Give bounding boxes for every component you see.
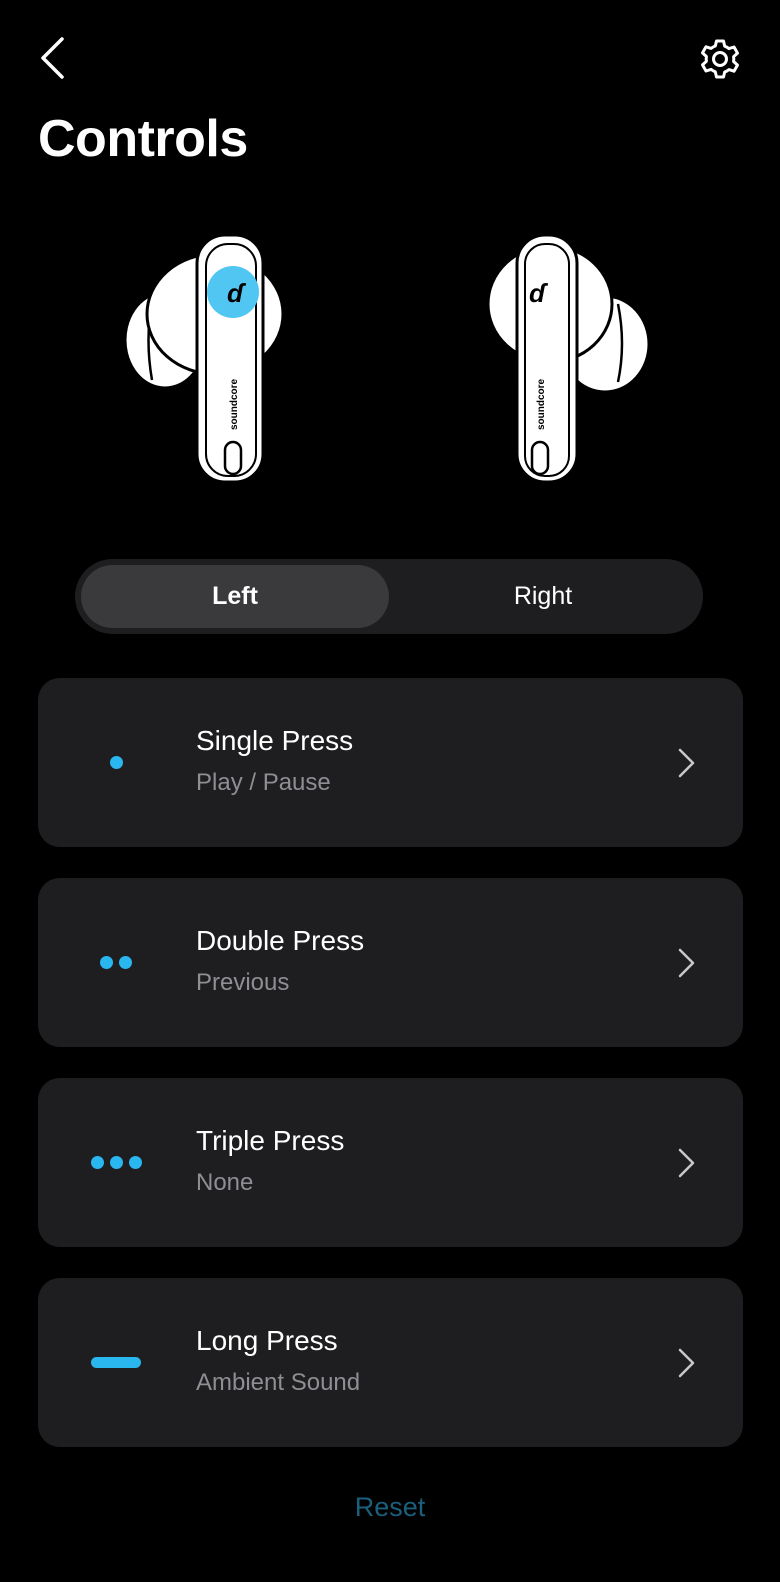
control-double-press[interactable]: Double Press Previous (38, 878, 743, 1047)
control-title: Single Press (196, 725, 354, 756)
control-list: Single Press Play / Pause Double Press P… (38, 678, 743, 1478)
earbuds-illustration: ɗ soundcore ɗ soundcore (0, 222, 780, 502)
triple-dot-icon (84, 1078, 148, 1247)
chevron-right-icon (678, 748, 695, 778)
back-button[interactable] (30, 30, 74, 86)
tab-left[interactable]: Left (81, 565, 389, 628)
control-action: Ambient Sound (196, 1369, 361, 1396)
chevron-right-icon (678, 1348, 695, 1378)
single-dot-icon (84, 678, 148, 847)
chevron-right-icon (678, 948, 695, 978)
chevron-right-icon (678, 1148, 695, 1178)
settings-button[interactable] (694, 34, 746, 86)
tab-right[interactable]: Right (389, 565, 697, 628)
control-title: Double Press (196, 925, 365, 956)
brand-text-right: soundcore (536, 378, 547, 430)
control-action: None (196, 1169, 254, 1196)
long-dash-icon (84, 1278, 148, 1447)
control-long-press[interactable]: Long Press Ambient Sound (38, 1278, 743, 1447)
reset-button[interactable]: Reset (0, 1492, 780, 1523)
control-triple-press[interactable]: Triple Press None (38, 1078, 743, 1247)
brand-text: soundcore (229, 378, 240, 430)
double-dot-icon (84, 878, 148, 1047)
chevron-left-icon (41, 37, 64, 79)
left-earbud-image: ɗ soundcore (123, 233, 285, 484)
control-title: Triple Press (196, 1125, 345, 1156)
right-earbud-image: ɗ soundcore (486, 233, 651, 484)
page-title: Controls (38, 110, 248, 168)
control-action: Previous (196, 969, 290, 996)
control-action: Play / Pause (196, 769, 331, 796)
gear-icon (701, 39, 739, 79)
control-title: Long Press (196, 1325, 338, 1356)
control-single-press[interactable]: Single Press Play / Pause (38, 678, 743, 847)
side-selector: Left Right (75, 559, 703, 634)
